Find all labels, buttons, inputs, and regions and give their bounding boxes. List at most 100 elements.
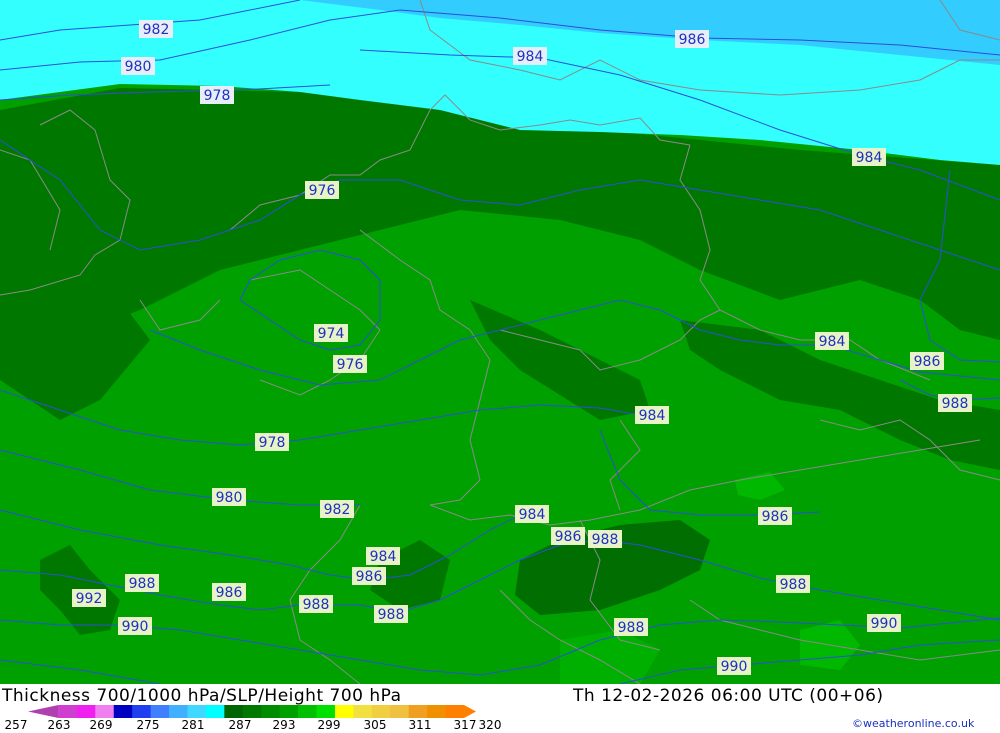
- svg-text:986: 986: [555, 529, 582, 545]
- legend-swatch: [187, 705, 207, 718]
- svg-text:980: 980: [125, 59, 152, 75]
- credit-link[interactable]: ©weatheronline.co.uk: [852, 717, 974, 730]
- legend-tick: 281: [181, 718, 205, 732]
- legend-swatch: [132, 705, 152, 718]
- isobar-label: 984: [815, 332, 849, 350]
- legend-swatch: [316, 705, 336, 718]
- legend-swatch: [169, 705, 188, 718]
- legend-swatch: [298, 705, 318, 718]
- isobar-label: 988: [374, 605, 408, 623]
- legend-tick: 257: [4, 718, 28, 732]
- isobar-label: 984: [635, 406, 669, 424]
- isobar-label: 986: [551, 527, 585, 545]
- svg-text:986: 986: [679, 32, 706, 48]
- legend-swatch: [113, 705, 133, 718]
- legend-swatch: [427, 705, 447, 718]
- legend-swatch: [408, 705, 428, 718]
- svg-text:988: 988: [942, 396, 969, 412]
- svg-text:986: 986: [356, 569, 383, 585]
- svg-text:984: 984: [517, 49, 544, 65]
- svg-text:988: 988: [592, 532, 619, 548]
- svg-text:984: 984: [639, 408, 666, 424]
- isobar-label: 990: [867, 614, 901, 632]
- legend-ticks: 257 263 269 275 281 287 293 299 305 311 …: [0, 718, 520, 732]
- svg-text:984: 984: [519, 507, 546, 523]
- map-title: Thickness 700/1000 hPa/SLP/Height 700 hP…: [2, 686, 402, 706]
- legend-swatch: [261, 705, 281, 718]
- legend-swatch: [371, 705, 391, 718]
- svg-text:976: 976: [309, 183, 336, 199]
- legend-swatch: [224, 705, 244, 718]
- isobar-label: 988: [125, 574, 159, 592]
- isobar-label: 986: [352, 567, 386, 585]
- legend-tick: 311: [408, 718, 432, 732]
- isobar-label: 982: [320, 500, 354, 518]
- svg-text:990: 990: [871, 616, 898, 632]
- svg-text:984: 984: [856, 150, 883, 166]
- legend-tick: 293: [272, 718, 296, 732]
- isobar-label: 984: [515, 505, 549, 523]
- svg-text:984: 984: [819, 334, 846, 350]
- isobar-label: 976: [333, 355, 367, 373]
- svg-text:978: 978: [204, 88, 231, 104]
- isobar-label: 988: [588, 530, 622, 548]
- isobar-label: 986: [758, 507, 792, 525]
- isobar-label: 976: [305, 181, 339, 199]
- isobar-label: 984: [852, 148, 886, 166]
- isobar-label: 982: [139, 20, 173, 38]
- legend-swatch: [242, 705, 262, 718]
- svg-text:988: 988: [618, 620, 645, 636]
- legend-swatch: [445, 705, 476, 718]
- map-footer: Thickness 700/1000 hPa/SLP/Height 700 hP…: [0, 684, 1000, 733]
- svg-text:988: 988: [780, 577, 807, 593]
- legend-swatch: [95, 705, 115, 718]
- legend-tick: 269: [89, 718, 113, 732]
- isobar-label: 980: [212, 488, 246, 506]
- legend-color-scale: [28, 705, 476, 718]
- legend-swatch: [150, 705, 170, 718]
- legend-swatch: [353, 705, 373, 718]
- legend-tick: 320: [478, 718, 502, 732]
- svg-text:986: 986: [216, 585, 243, 601]
- isobar-label: 988: [938, 394, 972, 412]
- isobar-label: 988: [614, 618, 648, 636]
- isobar-label: 978: [255, 433, 289, 451]
- legend-swatch: [390, 705, 410, 718]
- svg-text:974: 974: [318, 326, 345, 342]
- svg-text:988: 988: [378, 607, 405, 623]
- legend-tick: 317: [453, 718, 477, 732]
- svg-text:988: 988: [303, 597, 330, 613]
- isobar-label: 986: [910, 352, 944, 370]
- svg-text:976: 976: [337, 357, 364, 373]
- weather-map: 982 980 978 984 986 984 976 974 976 978 …: [0, 0, 1000, 684]
- legend-tick: 263: [47, 718, 71, 732]
- svg-text:990: 990: [721, 659, 748, 675]
- isobar-label: 984: [366, 547, 400, 565]
- isobar-label: 988: [299, 595, 333, 613]
- svg-text:990: 990: [122, 619, 149, 635]
- legend-swatch: [58, 705, 78, 718]
- isobar-label: 978: [200, 86, 234, 104]
- svg-text:982: 982: [143, 22, 170, 38]
- svg-text:984: 984: [370, 549, 397, 565]
- svg-text:986: 986: [914, 354, 941, 370]
- svg-text:988: 988: [129, 576, 156, 592]
- isobar-label: 992: [72, 589, 106, 607]
- isobar-label: 990: [717, 657, 751, 675]
- legend-tick: 287: [228, 718, 252, 732]
- svg-text:982: 982: [324, 502, 351, 518]
- isobar-label: 986: [212, 583, 246, 601]
- legend-swatch: [76, 705, 96, 718]
- isobar-label: 988: [776, 575, 810, 593]
- svg-text:992: 992: [76, 591, 103, 607]
- legend-swatch: [205, 705, 225, 718]
- legend-tick: 275: [136, 718, 160, 732]
- valid-time: Th 12-02-2026 06:00 UTC (00+06): [573, 686, 884, 706]
- legend-tick: 305: [363, 718, 387, 732]
- svg-text:986: 986: [762, 509, 789, 525]
- legend-swatch: [28, 705, 59, 718]
- isobar-label: 984: [513, 47, 547, 65]
- isobar-label: 974: [314, 324, 348, 342]
- isobar-label: 990: [118, 617, 152, 635]
- svg-text:978: 978: [259, 435, 286, 451]
